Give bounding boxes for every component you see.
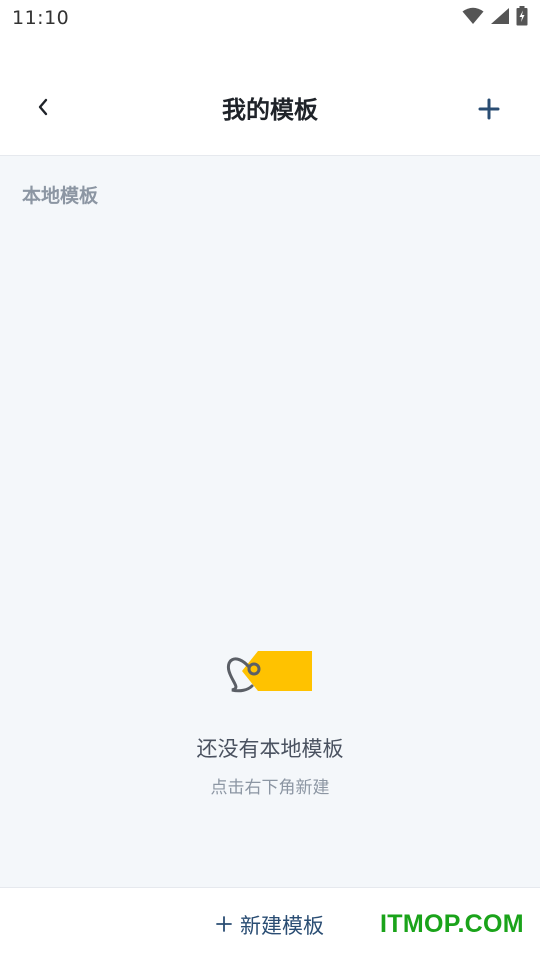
new-template-label: 新建模板 bbox=[240, 914, 324, 938]
status-bar: 11:10 bbox=[0, 0, 540, 36]
section-label-local-templates: 本地模板 bbox=[22, 185, 99, 207]
plus-icon bbox=[216, 913, 232, 937]
status-icons bbox=[462, 6, 528, 30]
watermark: ITMOP.COM bbox=[380, 910, 524, 938]
wifi-icon bbox=[462, 7, 484, 29]
battery-icon bbox=[516, 6, 528, 30]
add-template-button[interactable] bbox=[472, 94, 506, 128]
signal-icon bbox=[490, 7, 510, 29]
screen: 11:10 我的模板 本地模板 还没有本地模板 点击右下角新建 新建模板 ITM… bbox=[0, 0, 540, 960]
empty-state-title: 还没有本地模板 bbox=[196, 737, 344, 761]
header: 我的模板 bbox=[0, 36, 540, 156]
empty-state-subtitle: 点击右下角新建 bbox=[210, 778, 330, 798]
page-title: 我的模板 bbox=[222, 96, 318, 124]
plus-icon bbox=[478, 98, 500, 124]
bottom-bar: 新建模板 ITMOP.COM bbox=[0, 887, 540, 960]
tag-icon bbox=[222, 646, 316, 696]
status-time: 11:10 bbox=[12, 7, 70, 29]
